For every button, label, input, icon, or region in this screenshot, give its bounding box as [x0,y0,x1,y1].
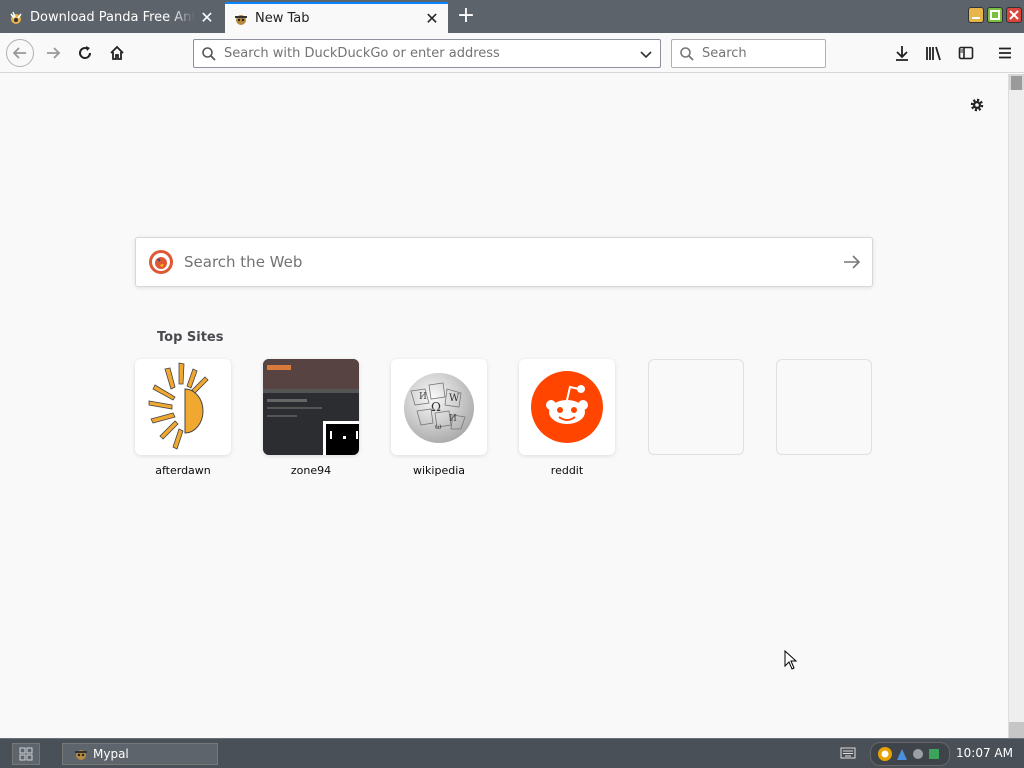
downloads-button[interactable] [888,39,916,67]
close-icon[interactable]: ✕ [424,9,440,28]
web-search-input[interactable] [184,253,832,271]
vertical-scrollbar[interactable] [1008,74,1024,738]
security-icon[interactable] [927,746,941,762]
search-submit-arrow-icon[interactable] [832,254,872,270]
top-site-label: zone94 [290,464,332,477]
top-site-tile[interactable]: afterdawn [135,359,231,477]
scroll-down-button[interactable] [1009,722,1024,738]
top-site-label: wikipedia [412,464,465,477]
svg-text:И: И [419,392,427,402]
new-tab-page: Top Sites afterdawn [0,74,1008,738]
tab-new-tab[interactable]: New Tab ✕ [225,2,448,33]
settings-button[interactable] [966,94,988,116]
home-button[interactable] [103,39,131,67]
tab-title: New Tab [255,11,310,26]
search-icon [194,46,224,62]
sidebar-button[interactable] [952,39,980,67]
afterdawn-logo-icon [135,359,231,455]
top-site-empty-tile[interactable] [648,359,744,464]
clock[interactable]: 10:07 AM [956,746,1013,760]
url-input[interactable] [224,40,632,67]
minimize-button[interactable] [968,7,984,23]
web-search-box[interactable] [135,237,873,287]
search-bar[interactable] [671,39,826,68]
download-icon [896,46,908,61]
back-button[interactable] [6,39,34,67]
svg-text:Ω: Ω [431,400,441,414]
search-icon [672,46,702,62]
volume-icon[interactable] [911,746,925,762]
apps-grid-icon [19,747,33,761]
empty-tile-placeholder [648,359,744,455]
menu-button[interactable] [991,39,1019,67]
svg-text:ω: ω [435,422,442,431]
chevron-down-icon[interactable] [632,47,660,61]
forward-button[interactable] [39,39,67,67]
system-tray [870,742,950,766]
navigation-toolbar [0,33,1024,73]
keyboard-icon[interactable] [840,746,856,760]
tab-strip: Download Panda Free Antivirus ✕ New Tab … [0,0,1024,33]
new-tab-button[interactable]: + [452,4,480,30]
top-sites-heading: Top Sites [157,330,224,345]
url-bar[interactable] [193,39,661,68]
gear-icon [970,98,984,112]
tab-download-panda[interactable]: Download Panda Free Antivirus ✕ [0,2,223,33]
network-icon[interactable] [877,746,893,762]
search-input[interactable] [702,46,817,61]
close-window-button[interactable] [1006,7,1022,23]
hamburger-menu-icon [999,47,1011,59]
mypal-favicon-icon [235,14,247,25]
zone94-thumbnail [263,359,359,455]
taskbar: Mypal 10:07 AM [0,738,1024,768]
svg-text:И: И [449,414,457,424]
scrollbar-thumb[interactable] [1011,76,1022,90]
taskbar-item-mypal[interactable]: Mypal [62,743,218,765]
sidebar-icon [958,46,974,60]
updates-icon[interactable] [895,746,909,762]
close-icon[interactable]: ✕ [199,8,215,27]
top-site-tile[interactable]: zone94 [263,359,359,477]
panda-favicon-icon [10,11,22,24]
reload-button[interactable] [71,39,99,67]
tab-title: Download Panda Free Antivirus [30,10,195,25]
maximize-button[interactable] [987,7,1003,23]
top-site-empty-tile[interactable] [776,359,872,464]
reddit-logo-icon [519,359,615,455]
reload-icon [79,46,92,59]
top-site-tile[interactable]: Ω W И И ω wikipedia [391,359,487,477]
start-menu-button[interactable] [12,743,40,765]
top-site-tile[interactable]: reddit [519,359,615,477]
mouse-cursor-icon [784,650,798,670]
mypal-favicon-icon [75,750,87,760]
duckduckgo-logo-icon [149,250,173,274]
top-site-label: afterdawn [155,464,211,477]
empty-tile-placeholder [776,359,872,455]
library-button[interactable] [920,39,948,67]
top-site-label: reddit [550,464,584,477]
home-icon [110,45,124,60]
wikipedia-globe-icon: Ω W И И ω [391,359,487,455]
back-arrow-icon [12,47,26,59]
taskbar-item-label: Mypal [93,747,129,761]
forward-arrow-icon [47,47,61,59]
svg-text:W: W [449,393,460,404]
library-icon [926,46,941,61]
